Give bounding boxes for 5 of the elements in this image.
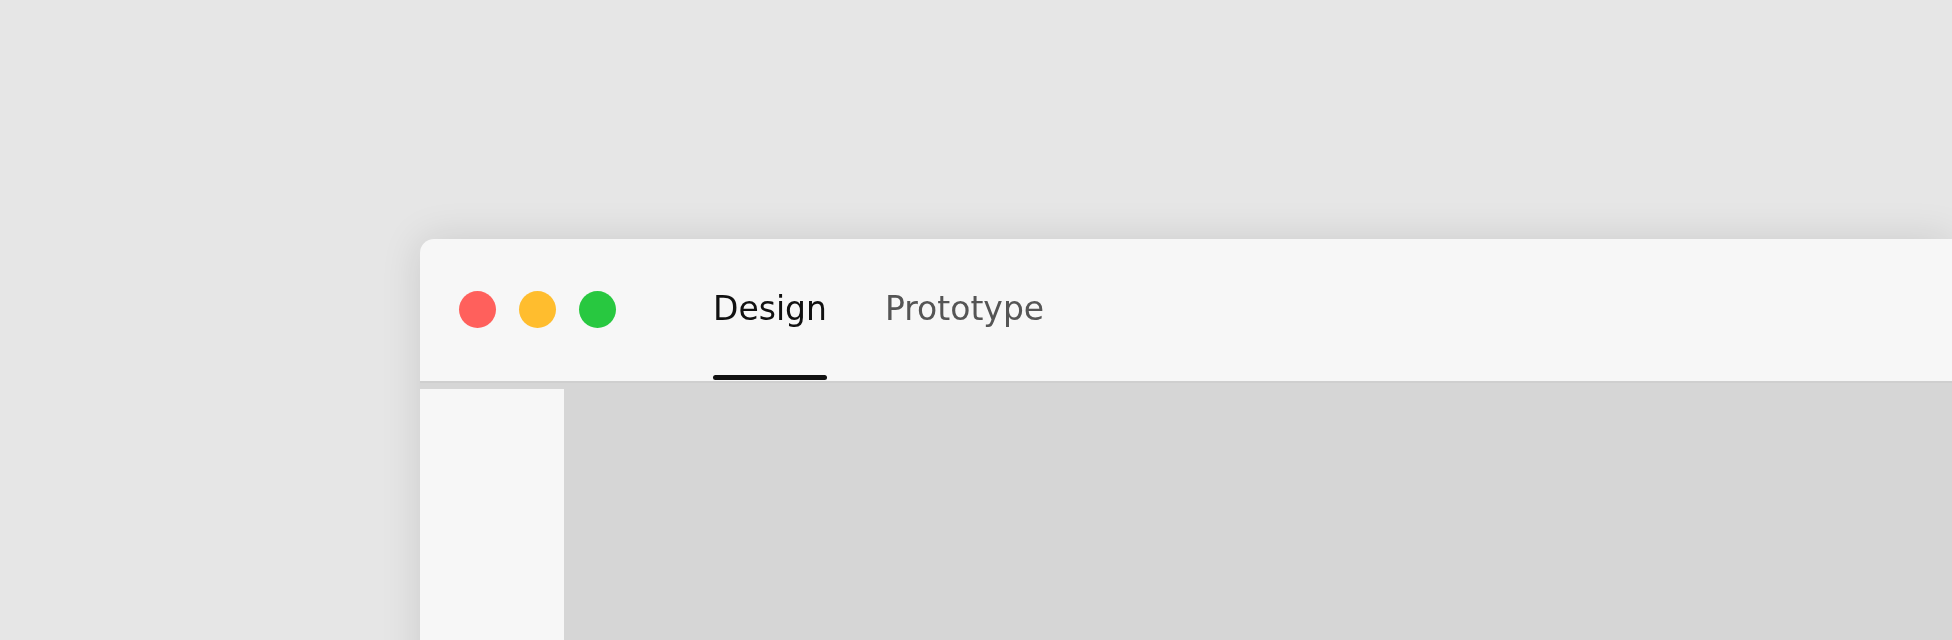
tab[interactable]: Prototype [884,239,1045,381]
tab[interactable]: Design [713,239,827,381]
window-control-button[interactable] [519,290,556,328]
window-control-button[interactable] [579,290,616,328]
window-control-button[interactable] [459,290,496,328]
